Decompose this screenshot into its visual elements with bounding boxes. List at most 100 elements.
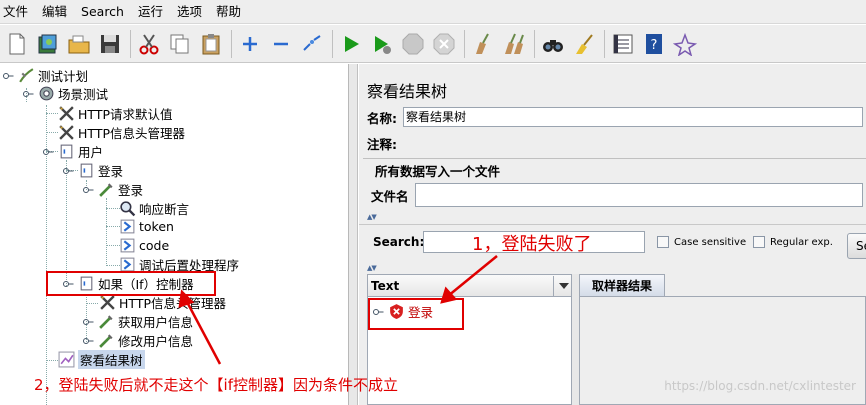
tab-sampler-result[interactable]: 取样器结果	[579, 274, 665, 296]
tree-label: token	[139, 219, 174, 234]
toolbar-separator	[328, 30, 336, 58]
checkbox-box	[753, 236, 765, 248]
tree-label: 场景测试	[58, 87, 109, 102]
checkbox-label: Regular exp.	[770, 236, 833, 248]
pipette-icon	[97, 181, 115, 199]
annotation-box-login-result	[368, 298, 464, 330]
templates-icon[interactable]	[33, 29, 62, 59]
gear-icon	[37, 85, 55, 103]
view-results-tree-panel: 察看结果树 名称: 察看结果树 注释: 所有数据写入一个文件 文件名 ▲▼ Se…	[359, 64, 866, 405]
menu-edit[interactable]: 编辑	[35, 0, 74, 24]
clear-icon[interactable]	[468, 29, 497, 59]
name-label: 名称:	[367, 110, 397, 126]
tree-label: 获取用户信息	[118, 315, 194, 330]
tree-label: 登录	[118, 183, 144, 198]
tree-node-get-user[interactable]: 获取用户信息	[82, 312, 193, 331]
toolbar-separator	[227, 30, 235, 58]
tree-node-thread-group[interactable]: 场景测试	[22, 84, 108, 103]
collapse-handle-icon[interactable]	[62, 165, 74, 177]
fieldset-title: 所有数据写入一个文件	[373, 161, 503, 180]
expand-icon[interactable]	[235, 29, 264, 59]
collapse-handle-icon[interactable]	[82, 184, 94, 196]
menu-search[interactable]: Search	[74, 0, 131, 24]
tree-node-login-controller[interactable]: 登录	[62, 161, 123, 180]
open-icon[interactable]	[64, 29, 93, 59]
post-processor-icon	[118, 237, 136, 255]
remote-icon[interactable]	[670, 29, 699, 59]
tree-node-user[interactable]: 用户	[42, 142, 103, 161]
menu-file[interactable]: 文件	[0, 0, 35, 24]
tree-node-code[interactable]: code	[118, 236, 169, 255]
pipette-icon	[97, 332, 115, 350]
tree-label: 察看结果树	[78, 350, 145, 369]
panel-title: 察看结果树	[367, 82, 448, 101]
split-arrows-icon[interactable]: ▲▼	[367, 264, 377, 272]
tree-node-test-plan[interactable]: 测试计划	[2, 66, 88, 85]
paste-icon[interactable]	[196, 29, 225, 59]
tree-node-view-results-tree[interactable]: 察看结果树	[57, 350, 145, 369]
clear-all-icon[interactable]	[499, 29, 528, 59]
results-split-divider[interactable]	[572, 274, 579, 405]
function-helper-icon[interactable]	[608, 29, 637, 59]
filename-input[interactable]	[414, 183, 863, 207]
start-no-pause-icon[interactable]	[367, 29, 396, 59]
test-plan-tree: 测试计划 场景测试 HTTP请求默认值 HTTP信息头管理器 用户 登录 登录 …	[0, 64, 349, 405]
help-icon[interactable]: ?	[639, 29, 668, 59]
controller-icon	[77, 162, 95, 180]
expand-handle-icon[interactable]	[82, 316, 94, 328]
annotation-box-if-controller	[46, 271, 216, 296]
comment-label: 注释:	[367, 136, 397, 152]
magnifier-icon	[118, 200, 136, 218]
collapse-icon[interactable]	[266, 29, 295, 59]
name-input[interactable]: 察看结果树	[403, 107, 863, 127]
case-sensitive-checkbox[interactable]: Case sensitive	[657, 236, 746, 248]
tree-label: 修改用户信息	[118, 334, 194, 349]
save-icon[interactable]	[95, 29, 124, 59]
chart-icon	[57, 351, 75, 369]
collapse-handle-icon[interactable]	[42, 146, 54, 158]
search-label: Search:	[373, 235, 425, 249]
regex-checkbox[interactable]: Regular exp.	[753, 236, 833, 248]
watermark: https://blog.csdn.net/cxlintester	[664, 379, 856, 393]
search-bar: Search: Case sensitive Regular exp. Se	[359, 224, 866, 264]
copy-icon[interactable]	[165, 29, 194, 59]
tree-node-response-assertion[interactable]: 响应断言	[118, 199, 189, 218]
collapse-handle-icon[interactable]	[2, 70, 14, 82]
expand-handle-icon[interactable]	[82, 335, 94, 347]
svg-text:?: ?	[650, 38, 657, 53]
search-button[interactable]: Se	[847, 233, 866, 259]
collapse-handle-icon[interactable]	[22, 88, 34, 100]
tree-node-header-manager[interactable]: HTTP信息头管理器	[57, 123, 185, 142]
search-binoculars-icon[interactable]	[538, 29, 567, 59]
wrench-icon	[57, 124, 75, 142]
split-pane-divider[interactable]	[349, 64, 358, 405]
split-arrows-icon[interactable]: ▲▼	[367, 213, 377, 221]
test-plan-icon	[17, 67, 35, 85]
toolbar-separator	[530, 30, 538, 58]
menu-run[interactable]: 运行	[131, 0, 170, 24]
tree-node-modify-user[interactable]: 修改用户信息	[82, 331, 193, 350]
new-icon[interactable]	[2, 29, 31, 59]
tree-node-http-defaults[interactable]: HTTP请求默认值	[57, 104, 173, 123]
comment-input[interactable]	[403, 133, 863, 153]
tree-label: 用户	[78, 145, 104, 160]
toolbar-separator	[126, 30, 134, 58]
stop-icon	[398, 29, 427, 59]
cut-icon[interactable]	[134, 29, 163, 59]
menu-options[interactable]: 选项	[170, 0, 209, 24]
tree-node-login-sampler[interactable]: 登录	[82, 180, 143, 199]
toggle-icon[interactable]	[297, 29, 326, 59]
reset-search-icon[interactable]	[569, 29, 598, 59]
wrench-icon	[98, 294, 116, 312]
tree-node-token[interactable]: token	[118, 217, 174, 236]
menu-help[interactable]: 帮助	[209, 0, 248, 24]
tree-label: 测试计划	[38, 69, 89, 84]
renderer-select[interactable]: Text	[368, 275, 571, 297]
chevron-down-icon[interactable]	[553, 275, 571, 296]
renderer-value: Text	[371, 278, 400, 293]
tree-label: HTTP请求默认值	[78, 107, 173, 122]
checkbox-box	[657, 236, 669, 248]
controller-icon	[57, 143, 75, 161]
tree-label: HTTP信息头管理器	[78, 126, 185, 141]
start-icon[interactable]	[336, 29, 365, 59]
